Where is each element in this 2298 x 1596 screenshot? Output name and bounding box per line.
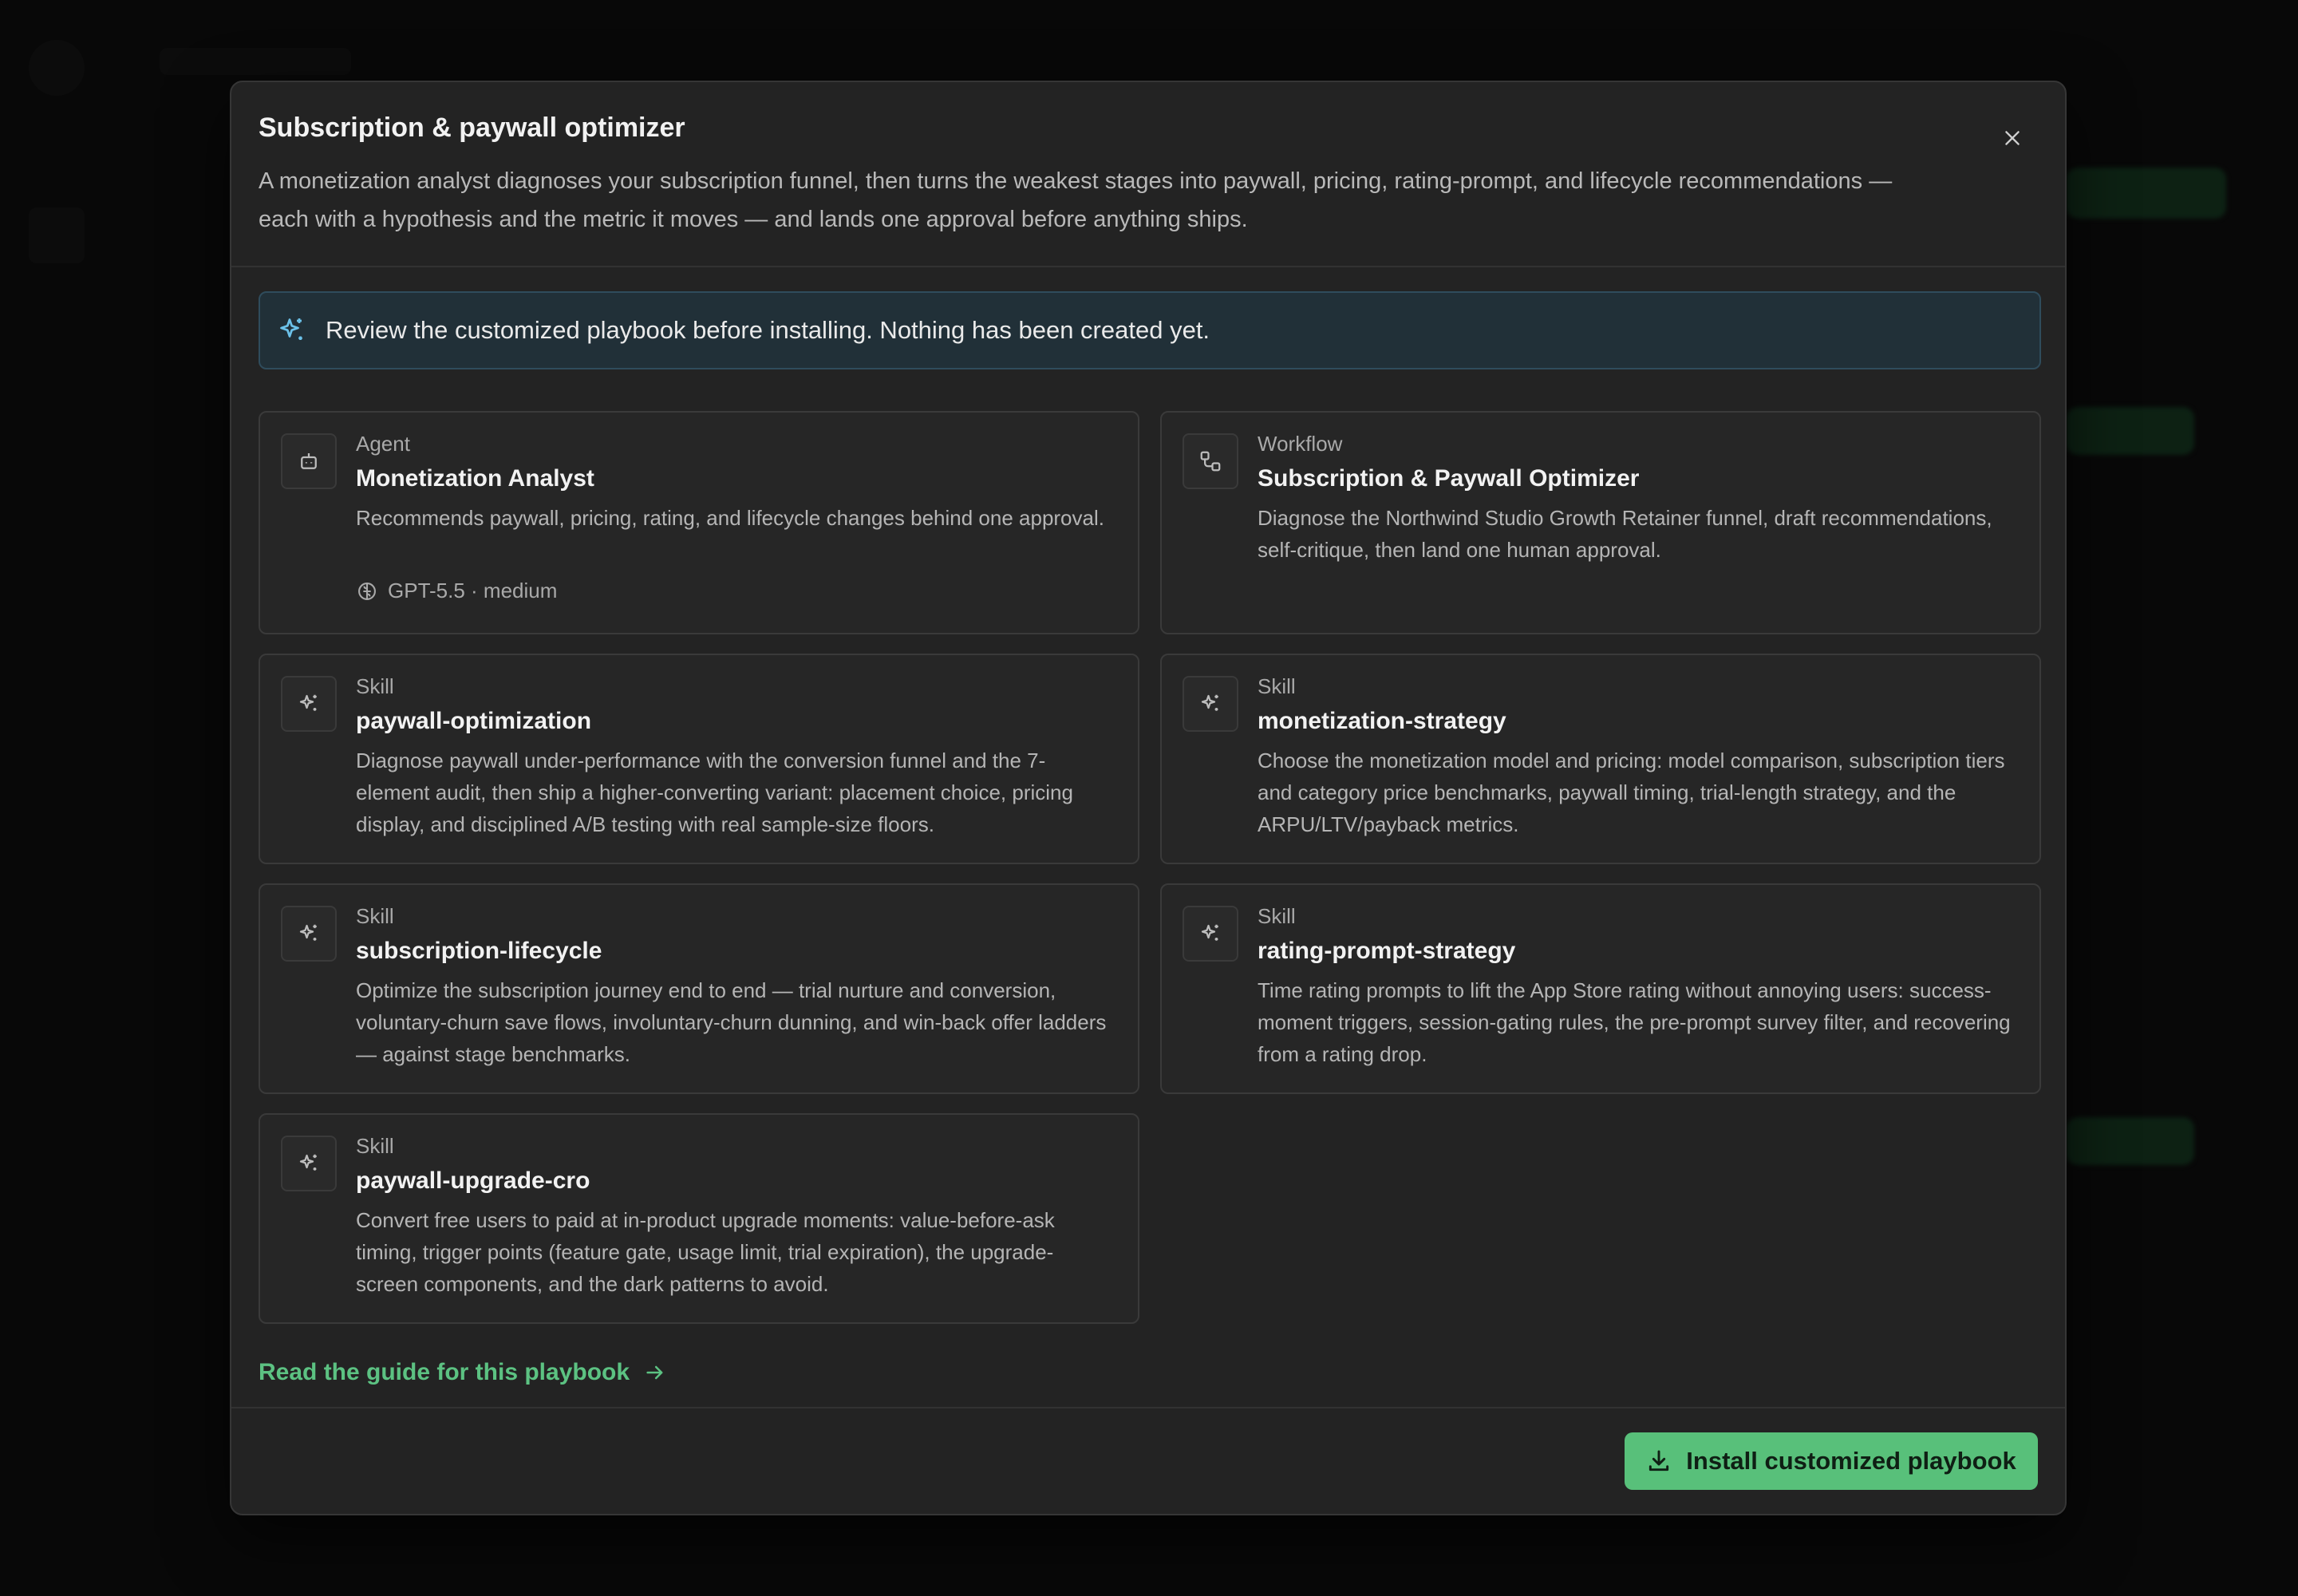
- brain-icon: [356, 580, 378, 602]
- install-button-label: Install customized playbook: [1686, 1447, 2016, 1475]
- card-skill-paywall-optimization[interactable]: Skill paywall-optimization Diagnose payw…: [259, 654, 1139, 864]
- sparkles-icon: [281, 1136, 337, 1191]
- card-kind: Skill: [356, 674, 394, 698]
- card-name: Subscription & Paywall Optimizer: [1258, 465, 1640, 492]
- sparkles-icon: [281, 906, 337, 962]
- card-skill-rating-prompt-strategy[interactable]: Skill rating-prompt-strategy Time rating…: [1160, 883, 2041, 1094]
- close-button[interactable]: [1992, 117, 2033, 159]
- card-kind: Skill: [1258, 904, 1296, 928]
- card-model-text: GPT-5.5 · medium: [388, 579, 558, 602]
- card-model-meta: GPT-5.5 · medium: [356, 579, 557, 603]
- card-description: Optimize the subscription journey end to…: [356, 978, 1107, 1066]
- modal-footer-divider: [231, 1407, 2065, 1408]
- card-kind: Workflow: [1258, 432, 1343, 456]
- info-banner: Review the customized playbook before in…: [259, 291, 2041, 369]
- robot-icon: [281, 433, 337, 489]
- sparkles-icon: [1183, 906, 1238, 962]
- card-workflow[interactable]: Workflow Subscription & Paywall Optimize…: [1160, 411, 2041, 634]
- sparkles-icon: [281, 676, 337, 732]
- arrow-right-icon: [644, 1361, 666, 1384]
- card-kind: Skill: [356, 1134, 394, 1158]
- close-icon: [2002, 128, 2023, 148]
- workflow-icon: [1183, 433, 1238, 489]
- card-name: subscription-lifecycle: [356, 938, 602, 964]
- card-description: Recommends paywall, pricing, rating, and…: [356, 506, 1104, 530]
- install-button[interactable]: Install customized playbook: [1625, 1432, 2038, 1490]
- banner-text: Review the customized playbook before in…: [326, 316, 1210, 344]
- guide-link-label: Read the guide for this playbook: [259, 1359, 630, 1385]
- guide-link[interactable]: Read the guide for this playbook: [259, 1359, 666, 1386]
- card-skill-paywall-upgrade-cro[interactable]: Skill paywall-upgrade-cro Convert free u…: [259, 1113, 1139, 1324]
- modal-description: A monetization analyst diagnoses your su…: [259, 168, 1893, 232]
- card-name: Monetization Analyst: [356, 465, 594, 492]
- modal-title: Subscription & paywall optimizer: [259, 113, 685, 143]
- card-skill-monetization-strategy[interactable]: Skill monetization-strategy Choose the m…: [1160, 654, 2041, 864]
- card-kind: Skill: [356, 904, 394, 928]
- card-description: Choose the monetization model and pricin…: [1258, 749, 2005, 836]
- download-icon: [1646, 1448, 1672, 1474]
- card-name: monetization-strategy: [1258, 708, 1506, 734]
- card-name: rating-prompt-strategy: [1258, 938, 1516, 964]
- card-description: Diagnose the Northwind Studio Growth Ret…: [1258, 506, 1992, 562]
- card-kind: Agent: [356, 432, 410, 456]
- card-agent[interactable]: Agent Monetization Analyst Recommends pa…: [259, 411, 1139, 634]
- sparkles-icon: [1183, 676, 1238, 732]
- card-kind: Skill: [1258, 674, 1296, 698]
- card-description: Time rating prompts to lift the App Stor…: [1258, 978, 2011, 1066]
- card-description: Convert free users to paid at in-product…: [356, 1208, 1055, 1296]
- sparkles-icon: [278, 316, 306, 345]
- modal-header: Subscription & paywall optimizer A monet…: [231, 82, 2065, 267]
- card-skill-subscription-lifecycle[interactable]: Skill subscription-lifecycle Optimize th…: [259, 883, 1139, 1094]
- playbook-modal: Subscription & paywall optimizer A monet…: [230, 81, 2067, 1515]
- card-name: paywall-upgrade-cro: [356, 1167, 590, 1194]
- card-name: paywall-optimization: [356, 708, 592, 734]
- card-description: Diagnose paywall under-performance with …: [356, 749, 1073, 836]
